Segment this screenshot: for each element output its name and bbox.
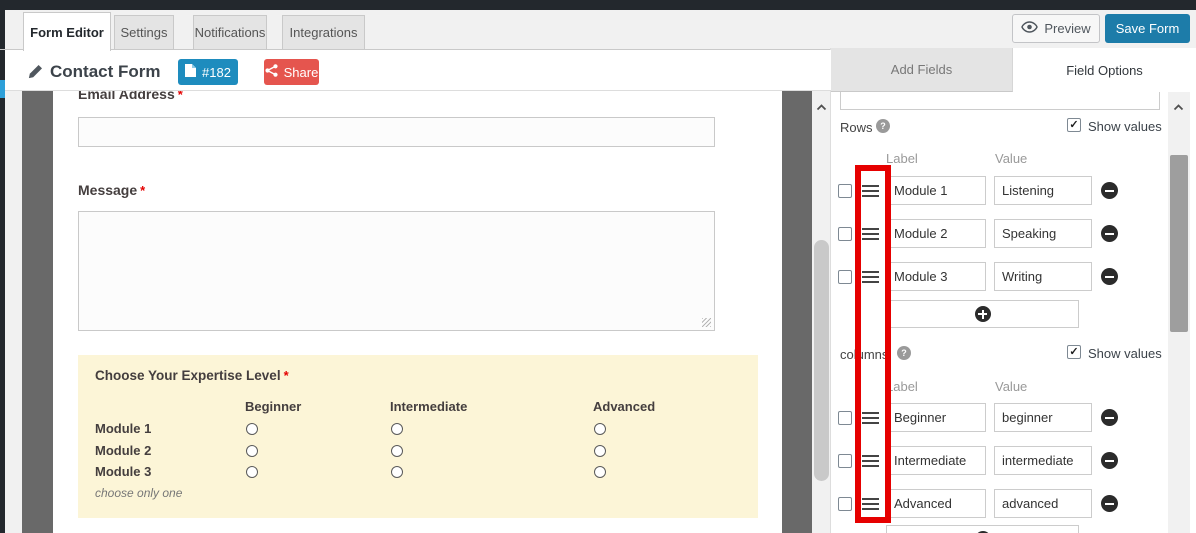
label-column-header: Label	[886, 151, 918, 166]
plus-icon	[974, 306, 991, 322]
row-label-input[interactable]	[886, 176, 986, 205]
radio-button[interactable]	[246, 423, 258, 435]
tab-integrations[interactable]: Integrations	[282, 15, 365, 49]
help-icon[interactable]: ?	[897, 346, 911, 360]
rows-section-title: Rows	[840, 120, 873, 135]
form-id-badge[interactable]: #182	[178, 59, 238, 85]
likert-column-header: Beginner	[245, 399, 302, 414]
tab-notifications[interactable]: Notifications	[193, 15, 267, 49]
save-form-label: Save Form	[1115, 21, 1180, 36]
row-value-input[interactable]	[994, 219, 1092, 248]
likert-field-selected[interactable]: Choose Your Expertise Level * Beginner In…	[78, 355, 758, 518]
column-label-input[interactable]	[886, 489, 986, 518]
bulk-select-checkbox[interactable]	[838, 497, 852, 511]
document-icon	[185, 64, 197, 80]
tab-form-editor[interactable]: Form Editor	[23, 12, 111, 51]
radio-button[interactable]	[246, 445, 258, 457]
likert-column-header: Advanced	[593, 399, 656, 414]
resize-grip-icon[interactable]	[702, 318, 711, 327]
annotation-highlight-rectangle	[855, 165, 891, 523]
radio-button[interactable]	[391, 423, 403, 435]
form-id-label: #182	[202, 64, 231, 80]
row-value-input[interactable]	[994, 176, 1092, 205]
remove-column-button[interactable]	[1101, 495, 1118, 512]
email-field-input[interactable]	[78, 117, 715, 147]
save-form-button[interactable]: Save Form	[1105, 14, 1190, 43]
panel-scrollbar-thumb[interactable]	[1170, 155, 1188, 332]
row-label-input[interactable]	[886, 262, 986, 291]
share-button[interactable]: Share	[264, 59, 319, 85]
column-label-input[interactable]	[886, 403, 986, 432]
radio-button[interactable]	[594, 466, 606, 478]
form-builder-window: Form Editor Settings Notifications Integ…	[0, 0, 1196, 533]
remove-row-button[interactable]	[1101, 182, 1118, 199]
email-field-label: Email Address *	[78, 91, 183, 104]
show-values-label: Show values	[1088, 119, 1162, 134]
bulk-select-checkbox[interactable]	[838, 270, 852, 284]
show-values-label: Show values	[1088, 346, 1162, 361]
bulk-select-checkbox[interactable]	[838, 184, 852, 198]
required-asterisk: *	[140, 183, 146, 198]
tab-settings[interactable]: Settings	[114, 15, 174, 49]
pencil-icon[interactable]	[28, 64, 43, 84]
preview-scrollbar-thumb[interactable]	[814, 240, 829, 481]
required-asterisk: *	[283, 368, 289, 383]
column-value-input[interactable]	[994, 489, 1092, 518]
bulk-select-checkbox[interactable]	[838, 227, 852, 241]
column-value-input[interactable]	[994, 446, 1092, 475]
likert-column-header: Intermediate	[390, 399, 468, 414]
likert-field-description: choose only one	[95, 486, 183, 500]
remove-column-button[interactable]	[1101, 409, 1118, 426]
show-values-checkbox[interactable]: ✓	[1067, 345, 1081, 359]
preview-button[interactable]: Preview	[1012, 14, 1100, 43]
form-title: Contact Form	[50, 62, 161, 81]
radio-button[interactable]	[594, 445, 606, 457]
eye-icon	[1021, 21, 1039, 36]
radio-button[interactable]	[594, 423, 606, 435]
tab-add-fields[interactable]: Add Fields	[831, 48, 1013, 92]
help-icon[interactable]: ?	[876, 119, 890, 133]
form-preview-panel: Email Address * Message * Choose Your Expe…	[53, 91, 782, 533]
required-asterisk: *	[177, 91, 183, 102]
radio-button[interactable]	[391, 466, 403, 478]
scroll-up-icon[interactable]	[1173, 98, 1184, 116]
bulk-select-checkbox[interactable]	[838, 454, 852, 468]
field-label-input-partial[interactable]	[840, 92, 1160, 110]
message-field-textarea[interactable]	[78, 211, 715, 331]
row-value-input[interactable]	[994, 262, 1092, 291]
show-values-checkbox[interactable]: ✓	[1067, 118, 1081, 132]
admin-top-bar	[0, 0, 1196, 10]
likert-row-label: Module 1	[95, 421, 152, 436]
share-button-label: Share	[283, 64, 319, 80]
preview-button-label: Preview	[1044, 21, 1091, 36]
scroll-up-icon[interactable]	[816, 98, 827, 116]
likert-row-label: Module 3	[95, 464, 152, 479]
column-value-input[interactable]	[994, 403, 1092, 432]
value-column-header: Value	[995, 379, 1028, 394]
share-icon	[265, 64, 278, 80]
bulk-select-checkbox[interactable]	[838, 411, 852, 425]
panel-edge	[1190, 92, 1196, 533]
radio-button[interactable]	[391, 445, 403, 457]
value-column-header: Value	[995, 151, 1028, 166]
remove-row-button[interactable]	[1101, 268, 1118, 285]
message-field-label: Message *	[78, 182, 146, 198]
likert-row-label: Module 2	[95, 443, 152, 458]
radio-button[interactable]	[246, 466, 258, 478]
likert-field-label: Choose Your Expertise Level *	[95, 368, 289, 383]
add-row-button[interactable]	[886, 300, 1079, 328]
remove-column-button[interactable]	[1101, 452, 1118, 469]
row-label-input[interactable]	[886, 219, 986, 248]
tab-field-options[interactable]: Field Options	[1013, 48, 1196, 92]
add-column-button[interactable]	[886, 525, 1079, 533]
remove-row-button[interactable]	[1101, 225, 1118, 242]
column-label-input[interactable]	[886, 446, 986, 475]
